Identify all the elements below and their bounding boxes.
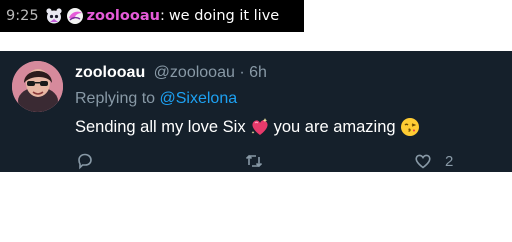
- avatar[interactable]: [12, 61, 63, 112]
- retweet-icon: [244, 151, 264, 171]
- author-handle[interactable]: @zoolooau: [154, 64, 235, 81]
- reply-button[interactable]: [75, 151, 95, 171]
- replying-to-link[interactable]: @Sixelona: [160, 90, 238, 107]
- wing-badge-icon[interactable]: [66, 7, 84, 25]
- tweet-age[interactable]: 6h: [249, 64, 267, 81]
- tweet-header: zoolooau @zoolooau · 6h: [75, 64, 267, 82]
- retweet-button[interactable]: [244, 151, 264, 171]
- sparkling-heart-icon: [250, 117, 270, 137]
- replying-prefix: Replying to: [75, 90, 156, 107]
- like-icon: [413, 151, 433, 171]
- chat-message-text: we doing it live: [168, 8, 280, 24]
- tweet-actions: 2: [75, 151, 495, 171]
- tweet-card[interactable]: zoolooau @zoolooau · 6h Replying to @Six…: [0, 51, 512, 172]
- header-separator: ·: [239, 64, 245, 81]
- like-count: 2: [445, 152, 454, 170]
- author-display-name[interactable]: zoolooau: [75, 64, 145, 81]
- chat-message-line: 9:25 zoolooau : we doing it live: [0, 0, 304, 32]
- reply-icon: [75, 151, 95, 171]
- chat-username[interactable]: zoolooau: [87, 8, 160, 24]
- tweet-text-part2: you are amazing: [273, 117, 396, 136]
- like-button[interactable]: 2: [413, 151, 453, 171]
- tweet-text-part1: Sending all my love Six: [75, 117, 246, 136]
- replying-to-line: Replying to @Sixelona: [75, 90, 237, 108]
- chat-timestamp: 9:25: [6, 8, 39, 24]
- tweet-body: Sending all my love Six you are amazing: [75, 117, 424, 137]
- chat-colon: :: [159, 8, 165, 24]
- face-blowing-kiss-icon: [400, 117, 420, 137]
- broadcaster-mascot-badge-icon[interactable]: [45, 7, 63, 25]
